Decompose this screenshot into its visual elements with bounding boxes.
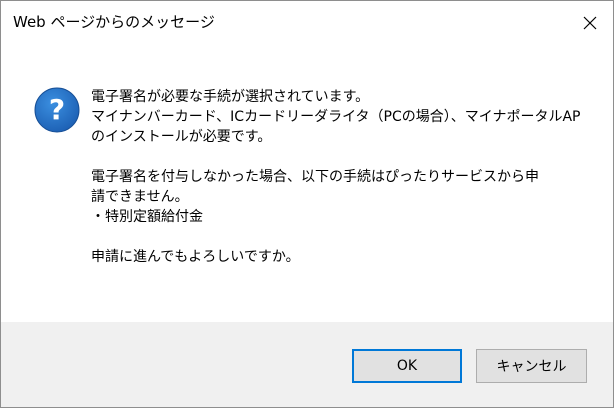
close-button[interactable] [567, 1, 613, 45]
message-paragraph: 電子署名が必要な手続が選択されています。 マイナンバーカード、ICカードリーダラ… [91, 87, 591, 147]
button-bar: OK キャンセル [1, 322, 613, 407]
message-text: 電子署名が必要な手続が選択されています。 マイナンバーカード、ICカードリーダラ… [91, 87, 591, 267]
svg-text:?: ? [49, 93, 65, 126]
message-line: のインストールが必要です。 [91, 129, 272, 145]
message-line: ・特別定額給付金 [91, 209, 203, 225]
dialog-content: ? 電子署名が必要な手続が選択されています。 マイナンバーカード、ICカードリー… [1, 45, 613, 320]
dialog-title: Web ページからのメッセージ [13, 13, 215, 31]
close-icon [583, 16, 597, 30]
ok-button[interactable]: OK [352, 349, 462, 383]
message-line: 電子署名を付与しなかった場合、以下の手続はぴったりサービスから申 [91, 169, 539, 185]
message-dialog: Web ページからのメッセージ ? 電子署名が必要な手続が選択されています。 マ… [0, 0, 614, 408]
message-line: 請できません。 [91, 189, 189, 205]
message-line: 申請に進んでもよろしいですか。 [91, 249, 300, 265]
question-icon: ? [34, 87, 80, 133]
message-paragraph: 電子署名を付与しなかった場合、以下の手続はぴったりサービスから申 請できません。… [91, 167, 591, 227]
message-line: マイナンバーカード、ICカードリーダライタ（PCの場合）、マイナポータルAP [91, 109, 581, 125]
cancel-button[interactable]: キャンセル [476, 349, 587, 383]
title-bar: Web ページからのメッセージ [1, 1, 613, 45]
message-paragraph: 申請に進んでもよろしいですか。 [91, 247, 591, 267]
message-line: 電子署名が必要な手続が選択されています。 [91, 89, 370, 105]
